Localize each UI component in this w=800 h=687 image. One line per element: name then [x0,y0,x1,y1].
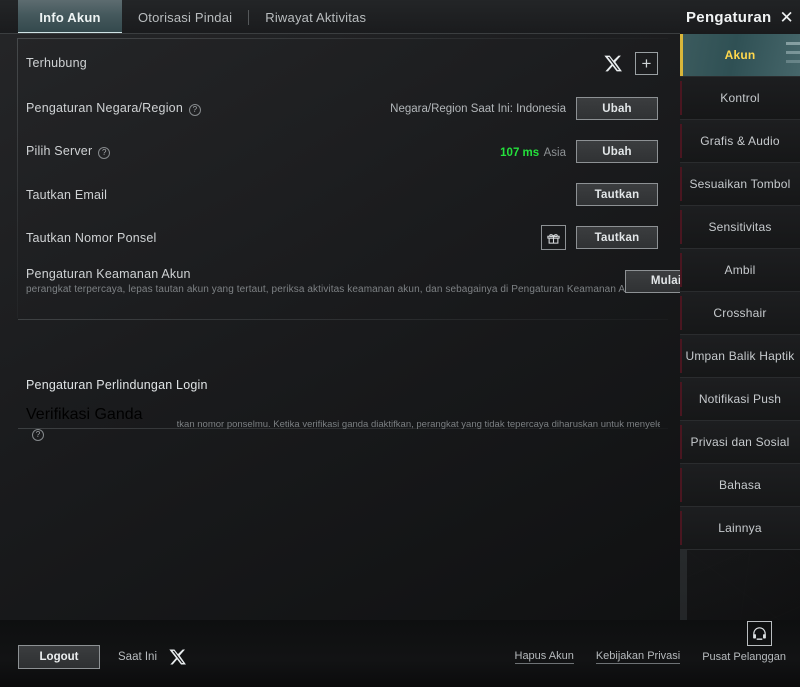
current-account-group: Saat Ini [118,645,189,669]
two-factor-label: Verifikasi Ganda? [26,406,153,442]
help-icon[interactable]: ? [98,147,111,159]
section-divider-top [18,319,668,320]
link-phone-button[interactable]: Tautkan [576,226,658,249]
row-security-label: Pengaturan Keamanan Akun [26,267,191,281]
change-server-button[interactable]: Ubah [576,140,658,163]
help-icon[interactable]: ? [32,429,44,441]
plus-icon: + [641,53,652,73]
sidebar-item-label: Privasi dan Sosial [690,435,790,449]
row-two-factor: Verifikasi Ganda? tkan nomor ponselmu. K… [18,404,668,444]
row-select-server: Pilih Server? 107 ms Asia Ubah [18,130,668,173]
sidebar-item-grafis-audio[interactable]: Grafis & Audio [680,120,800,163]
login-protection-title: Pengaturan Perlindungan Login [26,378,208,392]
sidebar-item-bahasa[interactable]: Bahasa [680,464,800,507]
login-protection-section: Pengaturan Perlindungan Login Verifikasi… [18,364,668,444]
account-info-panel: Terhubung + Pengaturan Negara/Region ? N… [0,34,680,620]
sidebar-item-label: Sensitivitas [708,220,772,234]
sidebar-menu: Akun Kontrol Grafis & Audio Sesuaikan To… [680,34,800,620]
row-country-label: Pengaturan Negara/Region? [26,101,201,116]
row-phone-labels: Tautkan Nomor Ponsel [26,231,156,245]
row-link-phone: Tautkan Nomor Ponsel Tautkan [18,216,668,259]
privacy-policy-link[interactable]: Kebijakan Privasi [595,650,681,664]
row-country-labels: Pengaturan Negara/Region? [26,101,201,116]
two-factor-text: Verifikasi Ganda [26,406,143,423]
sidebar-item-label: Sesuaikan Tombol [689,177,791,191]
row-country-actions: Negara/Region Saat Ini: Indonesia Ubah [390,97,658,120]
logout-button[interactable]: Logout [18,645,100,669]
row-security-labels: Pengaturan Keamanan Akun perangkat terpe… [26,267,625,295]
sidebar-item-sensitivitas[interactable]: Sensitivitas [680,206,800,249]
sidebar-item-kontrol[interactable]: Kontrol [680,77,800,120]
sidebar-item-label: Lainnya [718,521,762,535]
row-country-region: Pengaturan Negara/Region? Negara/Region … [18,87,668,130]
customer-support-icon[interactable] [747,621,772,646]
customer-center-link[interactable]: Pusat Pelanggan [702,651,786,664]
gift-icon[interactable] [541,225,566,250]
sidebar-item-crosshair[interactable]: Crosshair [680,292,800,335]
sidebar-item-akun[interactable]: Akun [680,34,800,77]
ping-value: 107 ms [500,146,540,159]
tab-label: Otorisasi Pindai [138,9,233,25]
sidebar-item-sesuaikan-tombol[interactable]: Sesuaikan Tombol [680,163,800,206]
delete-account-link[interactable]: Hapus Akun [514,650,574,664]
add-account-button[interactable]: + [635,51,658,75]
close-icon[interactable]: ✕ [780,9,794,26]
tab-otorisasi-pindai[interactable]: Otorisasi Pindai [122,0,248,34]
x-twitter-icon[interactable] [601,52,625,74]
row-phone-actions: Tautkan [541,225,658,250]
current-country-value: Negara/Region Saat Ini: Indonesia [390,102,566,115]
row-connected-labels: Terhubung [26,56,87,70]
row-server-text: Pilih Server [26,144,93,158]
server-region: Asia [543,146,566,159]
tab-bar: Info Akun Otorisasi Pindai Riwayat Aktiv… [0,0,680,34]
sidebar-item-label: Notifikasi Push [698,392,782,406]
change-country-button[interactable]: Ubah [576,97,658,120]
row-connected-actions: + [601,51,658,75]
row-email-label: Tautkan Email [26,187,108,202]
sidebar-item-label: Crosshair [713,306,767,320]
row-security-actions: Mulai [625,269,680,293]
sidebar-header: Pengaturan ✕ [680,0,800,34]
sidebar-item-label: Grafis & Audio [700,134,780,148]
server-ping-group: 107 ms Asia [500,143,566,161]
start-security-button[interactable]: Mulai [625,269,680,293]
sidebar-item-label: Akun [724,48,756,62]
tab-label: Riwayat Aktivitas [265,9,367,25]
sidebar-item-label: Bahasa [719,478,761,492]
settings-screen: Info Akun Otorisasi Pindai Riwayat Aktiv… [0,0,800,687]
sidebar-item-label: Kontrol [720,91,760,105]
x-twitter-icon [165,646,189,668]
link-email-button[interactable]: Tautkan [576,183,658,206]
tab-bar-fill [382,0,680,34]
tab-bar-spacer [0,0,18,34]
settings-rows: Terhubung + Pengaturan Negara/Region ? N… [18,39,680,303]
sidebar-item-lainnya[interactable]: Lainnya [680,507,800,550]
row-connected-label: Terhubung [26,56,87,70]
settings-title: Pengaturan [686,8,772,26]
row-phone-label: Tautkan Nomor Ponsel [26,230,157,245]
row-connected: Terhubung + [18,39,668,87]
row-country-text: Pengaturan Negara/Region [26,101,183,115]
tab-info-akun[interactable]: Info Akun [18,0,122,34]
sidebar-item-notifikasi-push[interactable]: Notifikasi Push [680,378,800,421]
row-server-label: Pilih Server? [26,144,111,159]
sidebar-item-umpan-balik-haptik[interactable]: Umpan Balik Haptik [680,335,800,378]
row-email-actions: Tautkan [576,183,658,206]
tab-label: Info Akun [39,9,101,25]
row-email-labels: Tautkan Email [26,188,107,202]
current-account-label: Saat Ini [118,651,157,663]
row-account-security: Pengaturan Keamanan Akun perangkat terpe… [18,259,680,303]
footer-links: Hapus Akun Kebijakan Privasi Pusat Pelan… [514,650,786,664]
row-server-actions: 107 ms Asia Ubah [500,140,658,163]
section-divider-bottom [18,428,668,429]
sidebar-item-ambil[interactable]: Ambil [680,249,800,292]
row-security-description: perangkat terpercaya, lepas tautan akun … [26,284,626,295]
sidebar-item-privasi-dan-sosial[interactable]: Privasi dan Sosial [680,421,800,464]
sidebar-item-label: Ambil [724,263,756,277]
row-link-email: Tautkan Email Tautkan [18,173,668,216]
row-server-labels: Pilih Server? [26,144,111,159]
help-icon[interactable]: ? [189,104,201,116]
sidebar-item-label: Umpan Balik Haptik [685,349,795,363]
tab-riwayat-aktivitas[interactable]: Riwayat Aktivitas [249,0,382,34]
